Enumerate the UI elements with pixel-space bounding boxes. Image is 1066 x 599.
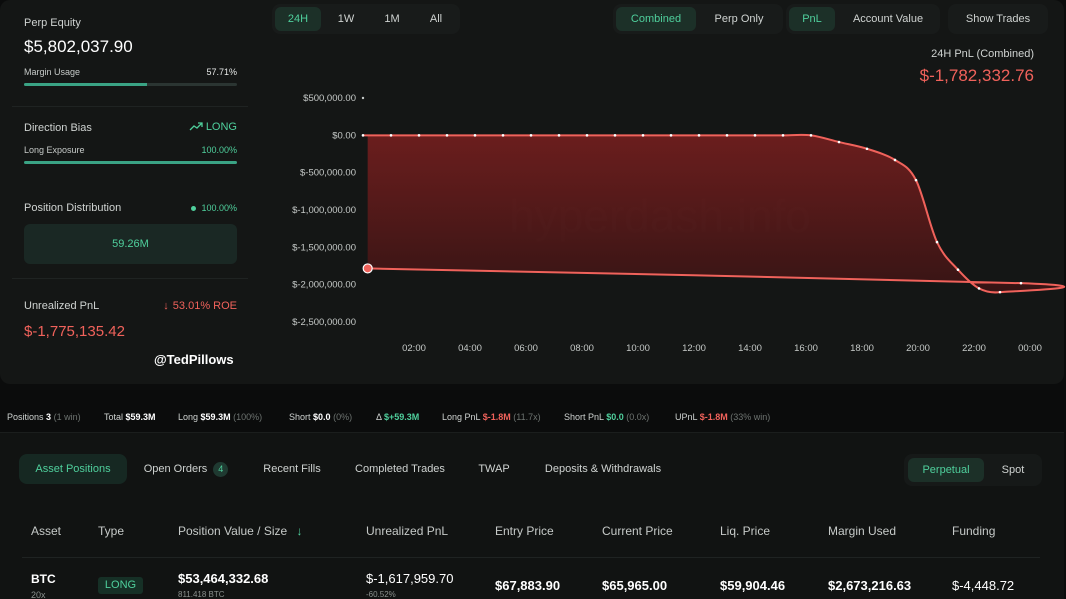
x-tick-label: 12:00 [682, 343, 706, 354]
x-tick-label: 00:00 [1018, 343, 1042, 354]
stat-upnl: UPnL $-1.8M (33% win) [675, 412, 771, 422]
tab-recent-fills[interactable]: Recent Fills [252, 454, 332, 484]
row-type-badge: LONG [98, 577, 143, 594]
perpetual-button[interactable]: Perpetual [908, 458, 984, 482]
data-point [781, 134, 785, 137]
tab-open-orders-label: Open Orders [143, 463, 208, 475]
y-tick-label: $0.00 [332, 130, 356, 141]
x-tick-label: 22:00 [962, 343, 986, 354]
data-point [725, 134, 729, 137]
data-point [697, 134, 701, 137]
data-point [585, 134, 589, 137]
data-point [998, 290, 1002, 294]
stat-total: Total $59.3M [104, 412, 156, 422]
x-tick-label: 02:00 [402, 343, 426, 354]
tab-deposits-withdrawals[interactable]: Deposits & Withdrawals [532, 454, 674, 484]
stat-delta: Δ $+59.3M [376, 412, 420, 422]
data-point [977, 287, 981, 290]
data-point [417, 134, 421, 137]
row-upnl-pct: -60.52% [366, 590, 396, 599]
col-unrealized-pnl[interactable]: Unrealized PnL [366, 524, 448, 538]
positions-stats-bar: Positions 3 (1 win) Total $59.3M Long $5… [0, 404, 1064, 430]
data-point [893, 158, 897, 162]
y-tick-label: $-1,000,000.00 [292, 205, 356, 216]
x-tick-label: 20:00 [906, 343, 930, 354]
data-point [613, 134, 617, 137]
data-point [501, 134, 505, 137]
col-margin-used[interactable]: Margin Used [828, 524, 896, 538]
col-asset[interactable]: Asset [31, 524, 61, 538]
tab-completed-trades[interactable]: Completed Trades [344, 454, 456, 484]
stat-long: Long $59.3M (100%) [178, 412, 263, 422]
x-tick-label: 04:00 [458, 343, 482, 354]
y-tick-label: $500,000.00 [303, 93, 356, 104]
axis-dot [361, 96, 365, 100]
col-liq-price[interactable]: Liq. Price [720, 524, 770, 538]
row-upnl: $-1,617,959.70 [366, 571, 454, 586]
x-tick-label: 16:00 [794, 343, 818, 354]
data-point [956, 268, 960, 272]
x-tick-label: 18:00 [850, 343, 874, 354]
data-point [361, 134, 365, 137]
row-margin-used: $2,673,216.63 [828, 578, 912, 593]
pnl-chart: hyperdash.info $500,000.00$0.00$-500,000… [292, 93, 1066, 354]
row-entry-price: $67,883.90 [495, 578, 561, 593]
data-point [865, 147, 869, 151]
y-tick-label: $-2,500,000.00 [292, 317, 356, 328]
x-tick-label: 06:00 [514, 343, 538, 354]
stat-short-pnl: Short PnL $0.0 (0.0x) [564, 412, 650, 422]
data-point [753, 134, 757, 137]
row-funding: $-4,448.72 [952, 578, 1015, 593]
market-toggle: Perpetual Spot [904, 454, 1042, 486]
stat-long-pnl: Long PnL $-1.8M (11.7x) [442, 412, 541, 422]
data-point [557, 134, 561, 137]
col-entry-price[interactable]: Entry Price [495, 524, 554, 538]
x-tick-label: 10:00 [626, 343, 650, 354]
col-funding[interactable]: Funding [952, 524, 995, 538]
row-position-size: 811.418 BTC [178, 590, 225, 599]
row-position-value: $53,464,332.68 [178, 571, 269, 586]
y-tick-label: $-1,500,000.00 [292, 242, 356, 253]
data-point [529, 134, 533, 137]
sort-arrow-icon: ↓ [296, 524, 303, 538]
data-point [809, 134, 813, 137]
data-point [473, 134, 477, 137]
col-position-value-label: Position Value / Size [178, 524, 288, 538]
data-point [1019, 281, 1023, 285]
tab-asset-positions[interactable]: Asset Positions [19, 454, 127, 484]
tab-open-orders[interactable]: Open Orders 4 [134, 454, 238, 484]
col-type[interactable]: Type [98, 524, 124, 538]
x-tick-label: 08:00 [570, 343, 594, 354]
y-tick-label: $-2,000,000.00 [292, 280, 356, 291]
data-point [641, 134, 645, 137]
y-tick-label: $-500,000.00 [300, 168, 356, 179]
row-current-price: $65,965.00 [602, 578, 668, 593]
row-liq-price: $59,904.46 [720, 578, 786, 593]
x-tick-label: 14:00 [738, 343, 762, 354]
col-current-price[interactable]: Current Price [602, 524, 673, 538]
header-divider [22, 557, 1040, 558]
positions-panel: Asset Positions Open Orders 4 Recent Fill… [0, 432, 1064, 599]
data-point [935, 240, 939, 244]
pnl-area-fill [363, 134, 1065, 293]
stat-short: Short $0.0 (0%) [289, 412, 353, 422]
spot-button[interactable]: Spot [988, 458, 1038, 482]
data-point [445, 134, 449, 137]
data-point [837, 140, 841, 144]
current-point-marker[interactable] [362, 263, 373, 274]
row-leverage: 20x [31, 590, 46, 599]
overview-card: Perp Equity $5,802,037.90 Margin Usage 5… [0, 0, 1066, 384]
tab-twap[interactable]: TWAP [468, 454, 520, 484]
col-position-value[interactable]: Position Value / Size ↓ [178, 524, 303, 538]
stat-positions: Positions 3 (1 win) [7, 412, 81, 422]
data-point [389, 134, 393, 137]
open-orders-count-badge: 4 [213, 462, 229, 477]
data-point [669, 134, 673, 137]
data-point [914, 178, 918, 182]
row-asset: BTC [31, 572, 56, 586]
